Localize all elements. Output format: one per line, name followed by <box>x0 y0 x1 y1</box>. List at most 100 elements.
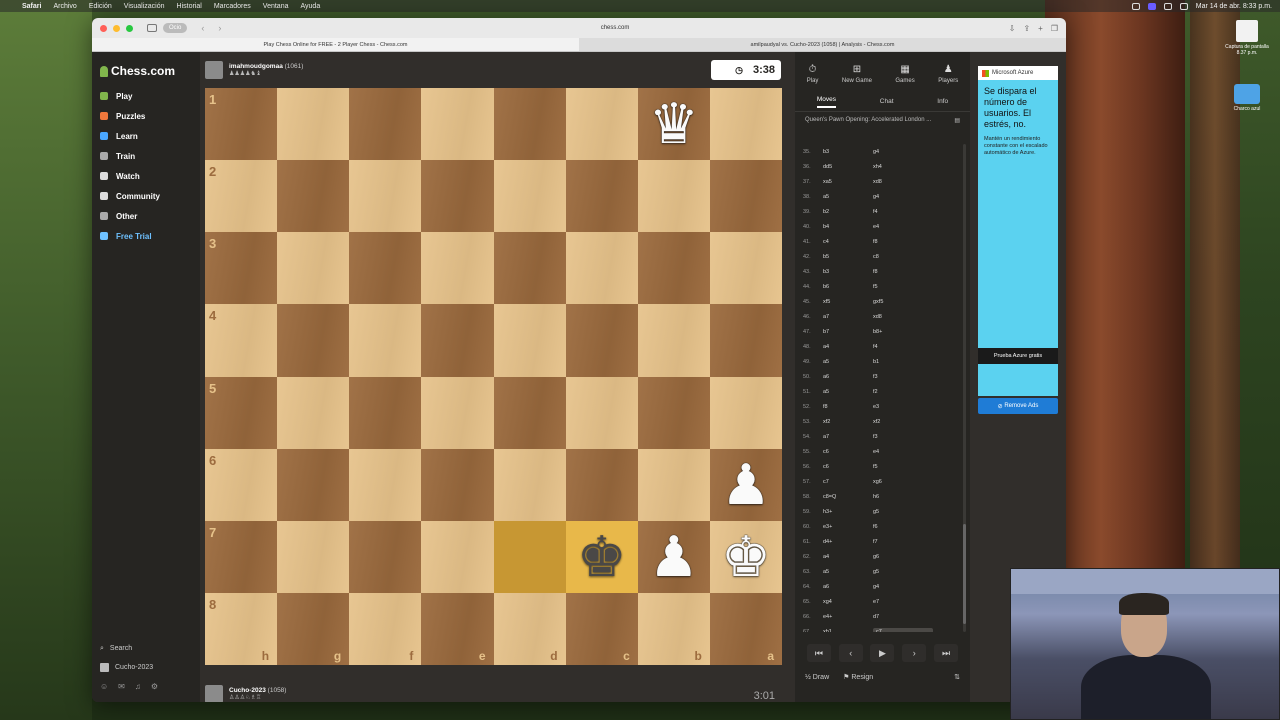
tab-info[interactable]: Info <box>937 98 948 105</box>
black-move[interactable]: f5 <box>873 464 933 470</box>
board-square[interactable] <box>349 88 422 161</box>
board-square[interactable] <box>421 88 494 161</box>
black-move[interactable]: f8 <box>873 239 933 245</box>
back-icon[interactable]: ‹ <box>201 23 204 33</box>
black-move[interactable]: gxf5 <box>873 299 933 305</box>
black-move[interactable]: g5 <box>873 569 933 575</box>
address-bar[interactable]: chess.com <box>227 25 1002 31</box>
menubar-item[interactable]: Ventana <box>263 3 289 10</box>
black-move[interactable]: e4 <box>873 224 933 230</box>
black-move[interactable]: e7 <box>873 599 933 605</box>
black-move[interactable]: xf2 <box>873 419 933 425</box>
remove-ads-button[interactable]: ⊘ Remove Ads <box>978 398 1058 414</box>
black-move[interactable]: f4 <box>873 209 933 215</box>
move-list[interactable]: 35. b3 g4 36. dd5 xh4 37. xa5 xd8 38. a5 g4 39. b2 f4 4… <box>803 144 958 632</box>
board-square[interactable] <box>493 448 566 521</box>
profile-pill[interactable]: Ocio <box>163 23 188 33</box>
board-square[interactable]: ♟ <box>709 448 782 521</box>
board-square[interactable] <box>493 304 566 377</box>
board-square[interactable]: ♚ <box>709 520 782 593</box>
sidebar-search[interactable]: ⌕ Search <box>100 639 192 658</box>
desktop-icon-folder[interactable]: Charco azul <box>1222 84 1272 112</box>
board-square[interactable]: a <box>709 592 782 665</box>
black-move[interactable]: e4 <box>873 449 933 455</box>
chesscom-logo[interactable]: Chess.com <box>92 52 200 78</box>
board-square[interactable] <box>277 160 350 233</box>
black-move[interactable]: g4 <box>873 584 933 590</box>
prev-move-icon[interactable]: ‹ <box>838 644 863 662</box>
white-move[interactable]: a4 <box>823 554 873 560</box>
board-square[interactable] <box>493 160 566 233</box>
tab-overview-icon[interactable]: ❐ <box>1051 24 1058 33</box>
menubar-item[interactable]: Edición <box>89 3 112 10</box>
white-move[interactable]: f8 <box>823 404 873 410</box>
black-move[interactable]: g4 <box>873 149 933 155</box>
white-move[interactable]: b3 <box>823 269 873 275</box>
white-move[interactable]: e4+ <box>823 614 873 620</box>
black-move[interactable]: d7 <box>873 614 933 620</box>
menubar-item[interactable]: Historial <box>177 3 202 10</box>
chessboard[interactable]: 1 ♛ 2 3 4 5 6 ♟ 7 ♚ ♟ ♚ 8 h g f e d c b a <box>205 88 782 665</box>
sidebar-user[interactable]: Cucho-2023 <box>100 658 192 677</box>
minimize-window-button[interactable] <box>113 24 120 32</box>
next-move-icon[interactable]: › <box>902 644 927 662</box>
board-square[interactable] <box>277 448 350 521</box>
white-move[interactable]: xf2 <box>823 419 873 425</box>
white-move[interactable]: h3+ <box>823 509 873 515</box>
close-window-button[interactable] <box>100 24 107 32</box>
tab-moves[interactable]: Moves <box>816 96 837 108</box>
opponent-avatar[interactable] <box>205 61 223 79</box>
black-move[interactable]: f7 <box>873 539 933 545</box>
board-square[interactable] <box>493 88 566 161</box>
board-square[interactable] <box>349 232 422 305</box>
white-move[interactable]: c7 <box>823 479 873 485</box>
board-square[interactable] <box>709 160 782 233</box>
board-square[interactable] <box>349 520 422 593</box>
white-move[interactable]: xg4 <box>823 599 873 605</box>
panel-players-button[interactable]: ♟ Players <box>938 64 958 92</box>
board-square[interactable] <box>565 160 638 233</box>
white-move[interactable]: a5 <box>823 194 873 200</box>
draw-button[interactable]: ½ Draw <box>805 674 829 681</box>
white-pawn-icon[interactable]: ♟ <box>649 528 699 585</box>
menubar-clock[interactable]: Mar 14 de abr. 8:33 p.m. <box>1196 3 1272 10</box>
white-move[interactable]: xb1 <box>823 629 873 633</box>
status-icon[interactable] <box>1131 2 1140 10</box>
board-square[interactable] <box>493 232 566 305</box>
screen-record-icon[interactable] <box>1147 2 1156 10</box>
white-move[interactable]: b5 <box>823 254 873 260</box>
board-square[interactable] <box>709 232 782 305</box>
messages-icon[interactable]: ✉ <box>118 682 125 691</box>
black-move[interactable]: c8 <box>873 254 933 260</box>
board-square[interactable]: g <box>277 592 350 665</box>
sidebar-item-play[interactable]: Play <box>92 86 200 106</box>
board-square[interactable]: 6 <box>205 448 278 521</box>
menubar-item[interactable]: Marcadores <box>214 3 251 10</box>
panel-play-button[interactable]: ⏱ Play <box>807 64 819 92</box>
sidebar-toggle-icon[interactable] <box>147 24 157 32</box>
board-square[interactable]: 5 <box>205 376 278 449</box>
white-move[interactable]: c4 <box>823 239 873 245</box>
black-move[interactable]: f3 <box>873 434 933 440</box>
board-square[interactable] <box>637 304 710 377</box>
white-move[interactable]: a5 <box>823 389 873 395</box>
black-move[interactable]: f6 <box>873 524 933 530</box>
board-square[interactable]: e <box>421 592 494 665</box>
menubar-item[interactable]: Archivo <box>53 3 76 10</box>
flip-board-icon[interactable]: ⇅ <box>954 673 960 681</box>
white-move[interactable]: b6 <box>823 284 873 290</box>
player-avatar[interactable] <box>205 685 223 702</box>
last-move-icon[interactable]: ⏭ <box>934 644 959 662</box>
board-square[interactable] <box>277 88 350 161</box>
white-move[interactable]: c6 <box>823 464 873 470</box>
menubar-item[interactable]: Visualización <box>124 3 165 10</box>
white-move[interactable]: xa5 <box>823 179 873 185</box>
board-square[interactable]: 3 <box>205 232 278 305</box>
board-square[interactable] <box>421 304 494 377</box>
board-square[interactable] <box>709 304 782 377</box>
white-move[interactable]: b7 <box>823 329 873 335</box>
board-square[interactable] <box>637 160 710 233</box>
board-square[interactable] <box>349 304 422 377</box>
resign-button[interactable]: ⚑ Resign <box>843 673 873 681</box>
board-square[interactable] <box>277 520 350 593</box>
